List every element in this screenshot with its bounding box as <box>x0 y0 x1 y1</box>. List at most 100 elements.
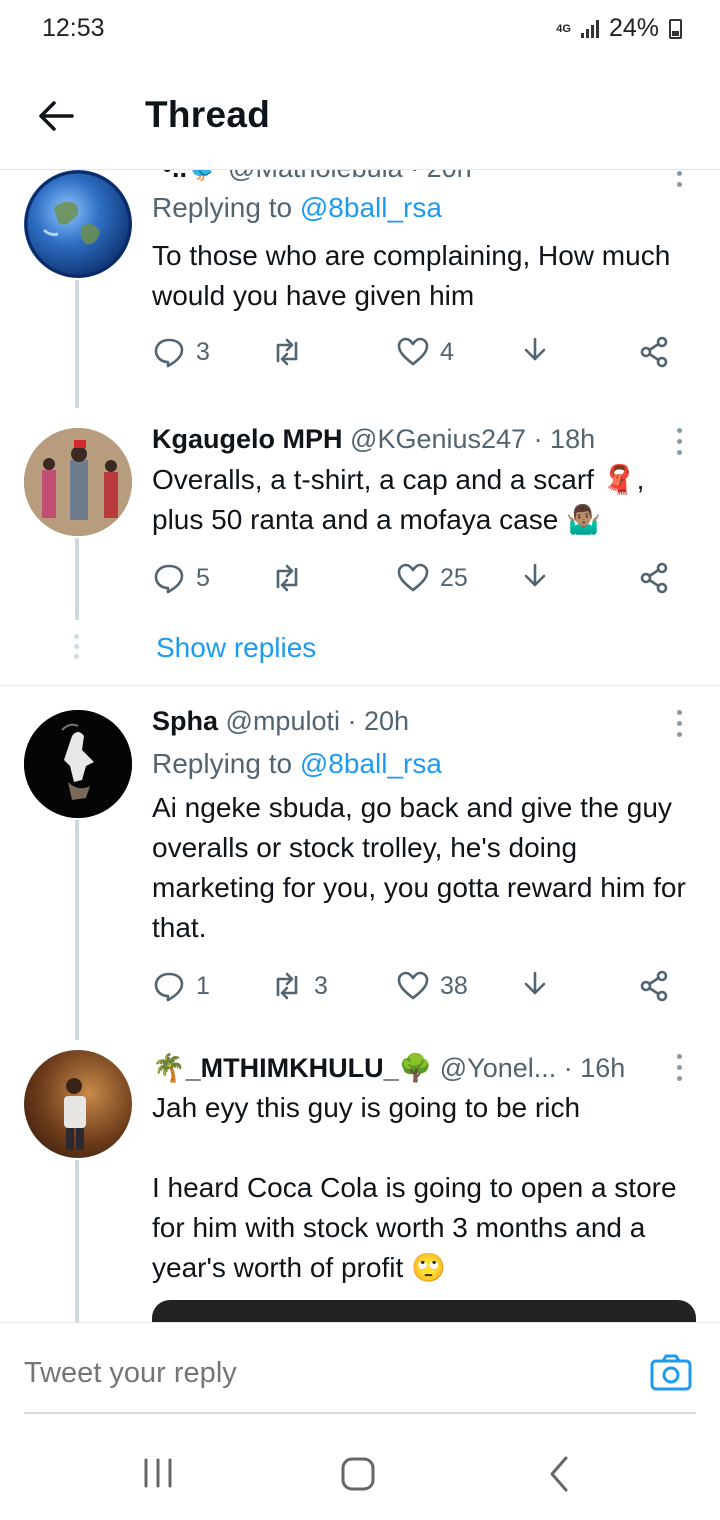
more-options-icon[interactable] <box>676 710 684 740</box>
share-button[interactable] <box>638 966 672 1006</box>
reply-count: 1 <box>196 971 210 1000</box>
replying-handle-link[interactable]: @8ball_rsa <box>300 748 442 779</box>
tweet-item[interactable]: *•..🐦 @Matholebula · 20h Replying to @8b… <box>0 170 720 402</box>
tweet-item[interactable]: Kgaugelo MPH @KGenius247 · 18h Overalls,… <box>0 394 720 620</box>
comment-icon <box>154 564 184 594</box>
reply-count: 5 <box>196 563 210 592</box>
retweet-icon <box>276 338 298 366</box>
avatar-photo[interactable] <box>24 428 132 536</box>
signal-icon <box>580 19 599 38</box>
download-icon <box>524 563 546 587</box>
tweet-header: *•..🐦 @Matholebula · 20h <box>152 170 472 184</box>
replying-to: Replying to @8ball_rsa <box>152 748 442 780</box>
replying-label: Replying to <box>152 192 293 223</box>
people-photo-icon <box>24 428 132 536</box>
media-preview[interactable] <box>152 1300 696 1322</box>
share-button[interactable] <box>638 558 672 598</box>
replying-label: Replying to <box>152 748 293 779</box>
user-handle[interactable]: @Matholebula <box>228 170 403 183</box>
show-replies-link[interactable]: Show replies <box>156 632 316 664</box>
user-handle[interactable]: @KGenius247 <box>350 424 526 454</box>
retweet-button[interactable]: 3 <box>270 966 328 1006</box>
tweet-text: To those who are complaining, How much w… <box>152 240 679 311</box>
thread-connector <box>75 1160 79 1322</box>
like-button[interactable]: 25 <box>396 558 468 598</box>
more-options-icon[interactable] <box>676 428 684 458</box>
tweet-header: Kgaugelo MPH @KGenius247 · 18h <box>152 424 595 455</box>
status-time: 12:53 <box>42 14 105 42</box>
thread-timeline[interactable]: *•..🐦 @Matholebula · 20h Replying to @8b… <box>0 170 720 1322</box>
reply-composer <box>0 1322 720 1414</box>
tweet-time: · 18h <box>533 424 596 454</box>
like-button[interactable]: 4 <box>396 332 454 372</box>
thread-header: Thread <box>0 62 720 170</box>
thread-gap-dots <box>74 634 80 664</box>
retweet-icon <box>276 564 298 592</box>
battery-percent: 24% <box>608 14 659 42</box>
share-icon <box>640 562 668 594</box>
share-button[interactable] <box>638 332 672 372</box>
replying-handle-link[interactable]: @8ball_rsa <box>300 192 442 223</box>
download-icon <box>524 337 546 361</box>
tweet-time: · 16h <box>563 1053 626 1083</box>
tweet-header: Spha @mpuloti · 20h <box>152 706 409 737</box>
tweet-time: · 20h <box>347 706 410 736</box>
user-handle[interactable]: @mpuloti <box>226 706 340 736</box>
tweet-header: 🌴_MTHIMKHULU_🌳 @Yonel... · 16h <box>152 1052 625 1084</box>
download-icon <box>524 971 546 995</box>
camera-icon[interactable] <box>650 1353 692 1393</box>
performer-photo-icon <box>24 710 132 818</box>
recent-apps-icon[interactable] <box>138 1454 178 1494</box>
tweet-actions: 3 4 <box>152 332 682 372</box>
avatar-earth[interactable] <box>24 170 132 278</box>
display-name[interactable]: Kgaugelo MPH <box>152 424 343 454</box>
show-replies-row[interactable]: Show replies <box>0 620 720 680</box>
more-options-icon[interactable] <box>676 170 684 190</box>
avatar-performer[interactable] <box>24 710 132 818</box>
share-icon <box>640 970 668 1002</box>
thread-connector <box>75 820 79 1040</box>
like-count: 38 <box>440 971 468 1000</box>
reply-button[interactable]: 3 <box>152 332 210 372</box>
back-arrow-icon[interactable] <box>36 96 76 136</box>
display-name[interactable]: *•..🐦 <box>152 170 221 183</box>
retweet-button[interactable] <box>270 332 314 372</box>
thread-connector <box>75 280 79 402</box>
bookmark-button[interactable] <box>518 966 552 1006</box>
tweet-text: Overalls, a t-shirt, a cap and a scarf 🧣… <box>152 464 645 535</box>
more-options-icon[interactable] <box>676 1054 684 1084</box>
bookmark-button[interactable] <box>518 558 552 598</box>
home-icon[interactable] <box>338 1454 378 1494</box>
reply-button[interactable]: 1 <box>152 966 210 1006</box>
share-icon <box>640 336 668 368</box>
back-nav-icon[interactable] <box>540 1454 580 1494</box>
tweet-item[interactable]: Spha @mpuloti · 20h Replying to @8ball_r… <box>0 700 720 1040</box>
tweet-text: Jah eyy this guy is going to be rich I h… <box>152 1092 677 1283</box>
retweet-button[interactable] <box>270 558 314 598</box>
display-name[interactable]: Spha <box>152 706 218 736</box>
avatar-photo[interactable] <box>24 1050 132 1158</box>
bookmark-button[interactable] <box>518 332 552 372</box>
page-title: Thread <box>145 94 271 135</box>
thread-connector <box>75 538 79 620</box>
battery-icon <box>669 18 682 39</box>
reply-underline <box>24 1412 696 1414</box>
like-button[interactable]: 38 <box>396 966 468 1006</box>
display-name[interactable]: 🌴_MTHIMKHULU_🌳 <box>152 1053 432 1083</box>
tweet-actions: 5 25 <box>152 558 682 598</box>
tweet-time: · 20h <box>410 170 472 183</box>
reply-button[interactable]: 5 <box>152 558 210 598</box>
retweet-icon <box>276 972 298 1000</box>
tweet-item[interactable]: 🌴_MTHIMKHULU_🌳 @Yonel... · 16h Jah eyy t… <box>0 1040 720 1322</box>
heart-icon <box>397 971 429 1000</box>
reply-input[interactable] <box>24 1357 524 1390</box>
retweet-count: 3 <box>314 971 328 1000</box>
earth-icon <box>24 170 132 278</box>
comment-icon <box>154 338 184 368</box>
like-count: 4 <box>440 337 454 366</box>
replying-to: Replying to @8ball_rsa <box>152 192 442 224</box>
tweet-text: Ai ngeke sbuda, go back and give the guy… <box>152 792 694 943</box>
person-photo-icon <box>64 1078 86 1150</box>
section-divider <box>0 685 720 686</box>
user-handle[interactable]: @Yonel... <box>440 1053 557 1083</box>
